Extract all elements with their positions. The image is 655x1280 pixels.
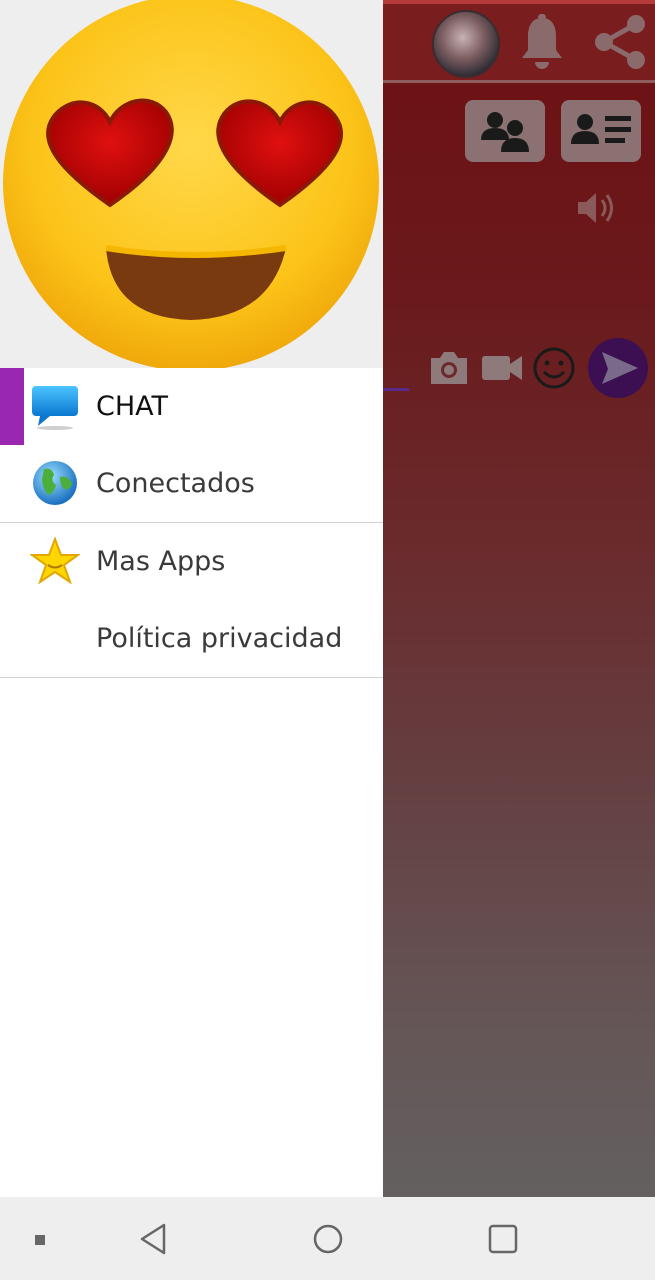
drawer-item-privacy-policy[interactable]: Política privacidad bbox=[0, 600, 383, 677]
video-icon[interactable] bbox=[480, 350, 524, 386]
volume-icon[interactable] bbox=[574, 188, 618, 228]
drawer-header bbox=[0, 0, 383, 368]
star-icon bbox=[30, 537, 80, 585]
group-users-button[interactable] bbox=[465, 100, 545, 162]
drawer-item-label: Mas Apps bbox=[96, 546, 226, 577]
globe-icon bbox=[33, 461, 77, 505]
emoji-smile-icon[interactable] bbox=[532, 346, 576, 390]
share-icon[interactable] bbox=[592, 14, 648, 70]
back-icon[interactable] bbox=[136, 1219, 170, 1259]
drawer-item-mas-apps[interactable]: Mas Apps bbox=[0, 523, 383, 600]
drawer-divider bbox=[0, 677, 383, 678]
send-icon bbox=[602, 352, 638, 384]
drawer-item-chat[interactable]: CHAT bbox=[0, 368, 383, 445]
camera-icon[interactable] bbox=[427, 348, 471, 388]
drawer-item-label: Conectados bbox=[96, 468, 255, 499]
heart-eyes-emoji-icon bbox=[3, 0, 379, 368]
user-profile-card-icon bbox=[571, 114, 631, 144]
user-avatar[interactable] bbox=[432, 10, 500, 78]
drawer-item-label: CHAT bbox=[96, 391, 169, 422]
chat-bubble-icon bbox=[32, 386, 78, 430]
navigation-drawer: CHAT Conectados Mas Apps Política privac… bbox=[0, 0, 383, 1197]
menu-dot-button[interactable] bbox=[30, 1230, 50, 1250]
send-button[interactable] bbox=[588, 338, 648, 398]
profile-card-button[interactable] bbox=[561, 100, 641, 162]
bell-icon[interactable] bbox=[518, 14, 566, 70]
message-input-underline bbox=[383, 388, 409, 391]
toolbar-divider bbox=[383, 80, 655, 83]
system-navigation-bar bbox=[0, 1197, 655, 1280]
drawer-item-label: Política privacidad bbox=[96, 623, 343, 654]
drawer-item-conectados[interactable]: Conectados bbox=[0, 445, 383, 522]
home-icon[interactable] bbox=[310, 1219, 346, 1259]
active-indicator bbox=[0, 368, 24, 445]
recents-icon[interactable] bbox=[486, 1219, 520, 1259]
group-users-icon bbox=[481, 112, 529, 152]
